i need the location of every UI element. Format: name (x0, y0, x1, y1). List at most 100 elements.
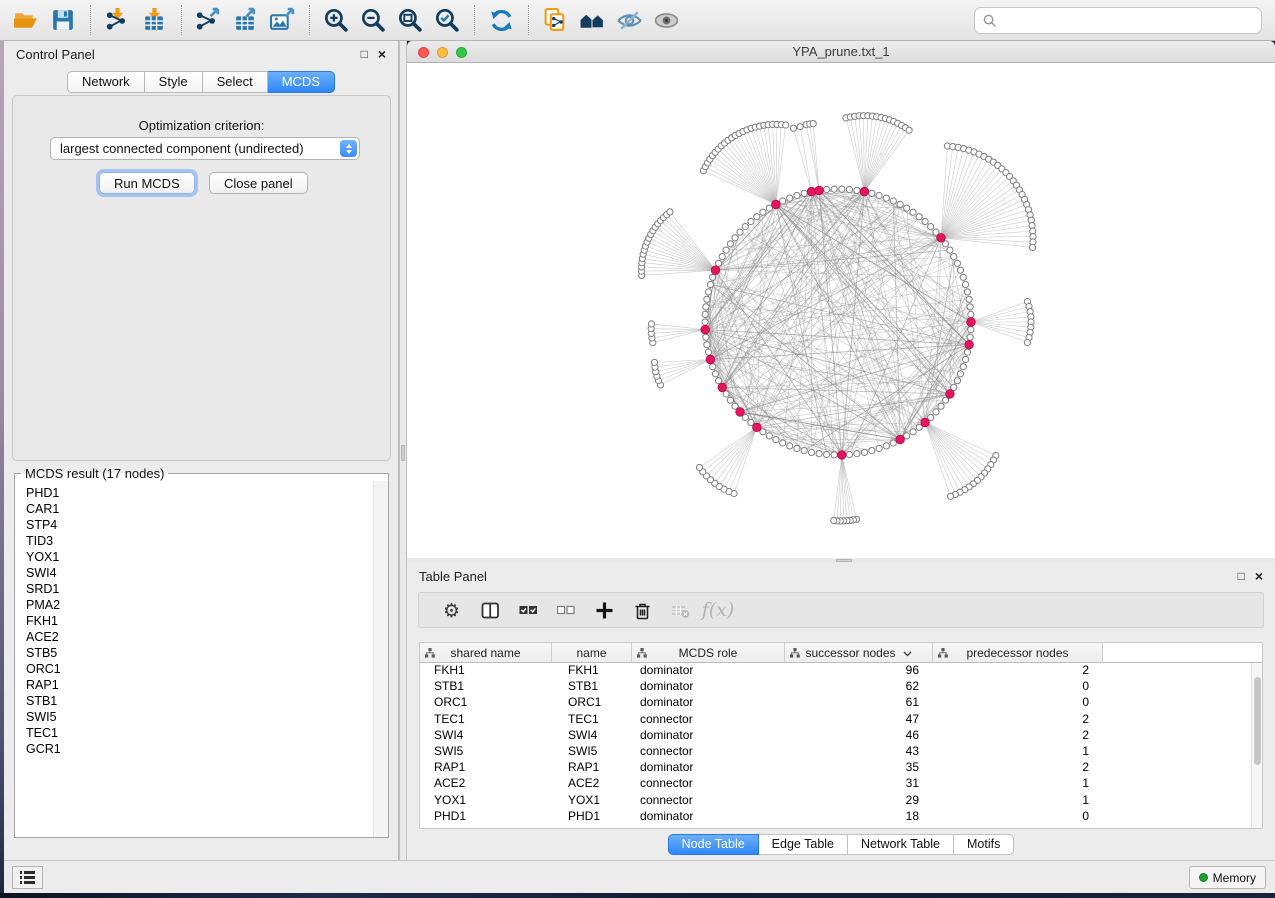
cell-shared[interactable]: ORC1 (420, 695, 552, 711)
mcds-hub-node[interactable] (753, 423, 762, 432)
network-node[interactable] (754, 214, 760, 220)
table-row[interactable]: SWI5SWI5connector431 (420, 744, 1262, 760)
network-node[interactable] (810, 121, 816, 127)
cell-role[interactable]: connector (632, 744, 785, 760)
cell-name[interactable]: SWI5 (552, 744, 632, 760)
table-row[interactable]: ORC1ORC1dominator610 (420, 695, 1262, 711)
refresh-view-button[interactable] (483, 4, 520, 36)
network-node[interactable] (702, 311, 708, 317)
network-node[interactable] (696, 464, 702, 470)
zoom-fit-button[interactable] (392, 4, 429, 36)
network-node[interactable] (780, 198, 786, 204)
cell-pred[interactable]: 1 (933, 793, 1103, 809)
mcds-hub-node[interactable] (718, 383, 727, 392)
cell-name[interactable]: STB1 (552, 679, 632, 695)
network-node[interactable] (906, 127, 912, 133)
cell-pred[interactable]: 2 (933, 760, 1103, 776)
mcds-result-item[interactable]: STP4 (26, 517, 373, 533)
cell-name[interactable]: YOX1 (552, 793, 632, 809)
cell-name[interactable]: FKH1 (552, 663, 632, 679)
cell-succ[interactable]: 46 (785, 728, 933, 744)
network-node[interactable] (967, 304, 973, 310)
network-node[interactable] (748, 218, 754, 224)
new-column-button[interactable] (585, 597, 623, 623)
cell-name[interactable]: TEC1 (552, 712, 632, 728)
network-node[interactable] (737, 229, 743, 235)
network-node[interactable] (703, 304, 709, 310)
cell-role[interactable]: connector (632, 793, 785, 809)
network-node[interactable] (787, 195, 793, 201)
network-node[interactable] (890, 198, 896, 204)
mcds-hub-node[interactable] (896, 435, 905, 444)
tab-network-table[interactable]: Network Table (848, 834, 954, 855)
network-node[interactable] (922, 218, 928, 224)
network-node[interactable] (964, 289, 970, 295)
tab-node-table[interactable]: Node Table (668, 834, 759, 855)
cell-pred[interactable]: 0 (933, 695, 1103, 711)
network-node[interactable] (960, 274, 966, 280)
mcds-result-item[interactable]: FKH1 (26, 613, 373, 629)
mcds-hub-node[interactable] (701, 325, 710, 334)
network-node[interactable] (783, 122, 789, 128)
network-node[interactable] (702, 319, 708, 325)
cell-role[interactable]: dominator (632, 760, 785, 776)
network-node[interactable] (773, 437, 779, 443)
table-options-button[interactable]: ⚙ (433, 597, 471, 623)
mcds-hub-node[interactable] (860, 187, 869, 196)
network-node[interactable] (951, 254, 957, 260)
new-network-from-selection-button[interactable] (537, 4, 574, 36)
search-field[interactable] (974, 7, 1262, 34)
network-node[interactable] (910, 209, 916, 215)
mcds-result-item[interactable]: YOX1 (26, 549, 373, 565)
cell-shared[interactable]: PHD1 (420, 809, 552, 825)
network-node[interactable] (960, 364, 966, 370)
cell-role[interactable]: dominator (632, 679, 785, 695)
network-node[interactable] (968, 327, 974, 333)
network-node[interactable] (897, 201, 903, 207)
network-node[interactable] (816, 451, 822, 457)
network-node[interactable] (710, 274, 716, 280)
mcds-result-item[interactable]: STB1 (26, 693, 373, 709)
cell-succ[interactable]: 62 (785, 679, 933, 695)
network-node[interactable] (957, 371, 963, 377)
network-node[interactable] (846, 186, 852, 192)
table-row[interactable]: PHD1PHD1dominator180 (420, 809, 1262, 825)
network-node[interactable] (910, 429, 916, 435)
scrollbar-thumb[interactable] (1254, 677, 1261, 765)
cell-pred[interactable]: 1 (933, 744, 1103, 760)
table-row[interactable]: STB1STB1dominator620 (420, 679, 1262, 695)
save-session-button[interactable] (45, 4, 82, 36)
table-row[interactable]: RAP1RAP1dominator352 (420, 760, 1262, 776)
mcds-result-item[interactable]: PHD1 (26, 485, 373, 501)
network-node[interactable] (710, 364, 716, 370)
cell-role[interactable]: connector (632, 712, 785, 728)
cell-succ[interactable]: 61 (785, 695, 933, 711)
import-network-button[interactable] (99, 4, 136, 36)
network-node[interactable] (766, 433, 772, 439)
show-all-button[interactable] (648, 4, 685, 36)
network-node[interactable] (787, 443, 793, 449)
close-panel-button[interactable]: Close panel (209, 172, 308, 194)
network-node[interactable] (964, 349, 970, 355)
mcds-result-item[interactable]: ACE2 (26, 629, 373, 645)
network-graph[interactable] (407, 63, 1275, 558)
cell-name[interactable]: ACE2 (552, 776, 632, 792)
cell-pred[interactable]: 0 (933, 809, 1103, 825)
table-row[interactable]: FKH1FKH1dominator962 (420, 663, 1262, 679)
network-node[interactable] (732, 235, 738, 241)
memory-button[interactable]: Memory (1189, 866, 1266, 889)
cell-succ[interactable]: 31 (785, 776, 933, 792)
network-node[interactable] (760, 209, 766, 215)
network-node[interactable] (928, 224, 934, 230)
cell-shared[interactable]: SWI5 (420, 744, 552, 760)
mcds-hub-node[interactable] (967, 318, 976, 327)
network-node[interactable] (831, 186, 837, 192)
mcds-hub-node[interactable] (838, 451, 847, 460)
network-node[interactable] (967, 334, 973, 340)
network-node[interactable] (667, 209, 673, 215)
network-canvas[interactable] (407, 63, 1275, 558)
cell-succ[interactable]: 96 (785, 663, 933, 679)
network-node[interactable] (854, 451, 860, 457)
network-node[interactable] (648, 321, 654, 327)
cell-shared[interactable]: STB1 (420, 679, 552, 695)
